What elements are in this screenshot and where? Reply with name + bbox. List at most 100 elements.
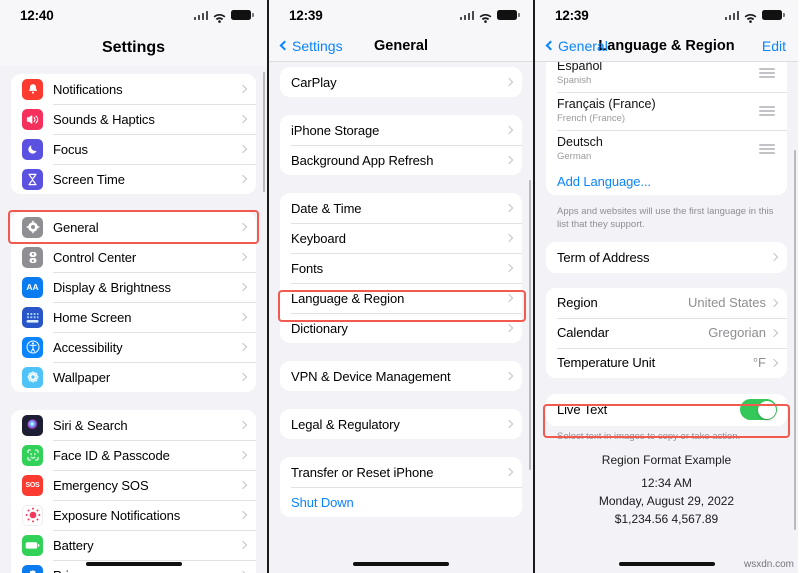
list-item-shut-down[interactable]: Shut Down <box>280 487 522 517</box>
sidebar-item-label: General <box>53 219 99 235</box>
list-item-live-text[interactable]: Live Text <box>546 393 787 426</box>
sidebar-item-battery[interactable]: Battery <box>11 530 256 560</box>
sidebar-item-label: Screen Time <box>53 171 125 187</box>
settings-group-1: Notifications Sounds & Haptics Focus Scr… <box>11 74 256 194</box>
list-item-keyboard[interactable]: Keyboard <box>280 223 522 253</box>
list-item-background-app-refresh[interactable]: Background App Refresh <box>280 145 522 175</box>
accessibility-icon <box>22 336 43 358</box>
sidebar-item-face-id-passcode[interactable]: Face ID & Passcode <box>11 440 256 470</box>
general-group-reset: Transfer or Reset iPhone Shut Down <box>280 457 522 517</box>
siri-orb-icon <box>22 414 43 436</box>
sidebar-item-exposure-notifications[interactable]: Exposure Notifications <box>11 500 256 530</box>
add-language-button[interactable]: Add Language... <box>546 167 787 195</box>
list-item-language-region[interactable]: Language & Region <box>280 283 522 313</box>
signal-bars-icon <box>724 10 739 20</box>
sidebar-item-label: Wallpaper <box>53 369 111 385</box>
live-text-toggle[interactable] <box>740 399 777 421</box>
edit-button[interactable]: Edit <box>762 38 786 54</box>
list-item-iphone-storage[interactable]: iPhone Storage <box>280 115 522 145</box>
scrollbar-indicator[interactable] <box>262 72 265 192</box>
list-item-language[interactable]: Español Spanish <box>546 62 787 92</box>
battery-icon <box>762 10 785 20</box>
list-item-label: VPN & Device Management <box>291 368 451 384</box>
nav-bar-settings: Settings <box>0 30 267 66</box>
sidebar-item-label: Home Screen <box>53 309 132 325</box>
chevron-right-icon <box>238 252 248 262</box>
sidebar-item-siri-search[interactable]: Siri & Search <box>11 410 256 440</box>
list-item-calendar[interactable]: Calendar Gregorian <box>546 317 787 348</box>
chevron-right-icon <box>504 419 514 429</box>
language-subtitle: French (France) <box>557 112 626 124</box>
language-subtitle: German <box>557 150 592 162</box>
sidebar-item-screen-time[interactable]: Screen Time <box>11 164 256 194</box>
settings-scroll-area[interactable]: Notifications Sounds & Haptics Focus Scr… <box>0 66 267 573</box>
phone-screen-language-region: 12:39 General Language & Region Edit Esp… <box>535 0 798 573</box>
chevron-right-icon <box>238 342 248 352</box>
general-group-legal: Legal & Regulatory <box>280 409 522 439</box>
region-example-numbers: $1,234.56 4,567.89 <box>614 512 719 527</box>
list-item-label: Shut Down <box>291 494 354 510</box>
chevron-right-icon <box>504 155 514 165</box>
sidebar-item-label: Siri & Search <box>53 417 128 433</box>
page-title: Settings <box>101 39 166 56</box>
chevron-right-icon <box>504 77 514 87</box>
list-item-region[interactable]: Region United States <box>546 287 787 318</box>
list-item-dictionary[interactable]: Dictionary <box>280 313 522 343</box>
list-item-language[interactable]: Français (France) French (France) <box>546 91 787 130</box>
sidebar-item-label: Notifications <box>53 81 123 97</box>
list-item-label: iPhone Storage <box>291 122 380 138</box>
general-scroll-area[interactable]: CarPlay iPhone Storage Background App Re… <box>269 62 533 573</box>
chevron-right-icon <box>769 252 779 262</box>
language-region-scroll-area[interactable]: Español Spanish Français (France) French… <box>535 62 798 573</box>
chevron-right-icon <box>504 233 514 243</box>
settings-group-2: General Control Center AA Display & Brig… <box>11 212 256 392</box>
sidebar-item-sounds-haptics[interactable]: Sounds & Haptics <box>11 104 256 134</box>
list-item-legal-regulatory[interactable]: Legal & Regulatory <box>280 409 522 439</box>
back-button-general[interactable]: General <box>545 38 608 54</box>
region-example-time: 12:34 AM <box>641 476 692 491</box>
list-item-language[interactable]: Deutsch German <box>546 129 787 168</box>
status-indicators <box>724 10 785 23</box>
list-item-fonts[interactable]: Fonts <box>280 253 522 283</box>
chevron-right-icon <box>504 203 514 213</box>
toggle-knob <box>757 400 776 419</box>
list-item-term-of-address[interactable]: Term of Address <box>546 241 787 273</box>
chevron-right-icon <box>238 174 248 184</box>
home-screen-grid-icon <box>22 306 43 328</box>
sidebar-item-label: Emergency SOS <box>53 477 149 493</box>
sidebar-item-wallpaper[interactable]: Wallpaper <box>11 362 256 392</box>
languages-footnote: Apps and websites will use the first lan… <box>557 205 774 230</box>
reorder-handle-icon[interactable] <box>759 144 775 154</box>
sidebar-item-emergency-sos[interactable]: SOS Emergency SOS <box>11 470 256 500</box>
watermark: wsxdn.com <box>743 559 794 570</box>
list-item-vpn-device-management[interactable]: VPN & Device Management <box>280 361 522 391</box>
list-item-value: Gregorian <box>708 325 766 341</box>
sidebar-item-control-center[interactable]: Control Center <box>11 242 256 272</box>
list-item-label: Keyboard <box>291 230 346 246</box>
status-bar: 12:40 <box>0 0 267 30</box>
sidebar-item-home-screen[interactable]: Home Screen <box>11 302 256 332</box>
scrollbar-indicator[interactable] <box>528 180 531 470</box>
region-format-example: Region Format Example 12:34 AM Monday, A… <box>535 443 798 528</box>
list-item-label: Transfer or Reset iPhone <box>291 464 434 480</box>
chevron-right-icon <box>769 298 779 307</box>
list-item-transfer-reset-iphone[interactable]: Transfer or Reset iPhone <box>280 457 522 487</box>
chevron-right-icon <box>238 114 248 124</box>
sidebar-item-notifications[interactable]: Notifications <box>11 74 256 104</box>
list-item-label: CarPlay <box>291 74 337 90</box>
scrollbar-indicator[interactable] <box>793 150 796 530</box>
sidebar-item-accessibility[interactable]: Accessibility <box>11 332 256 362</box>
list-item-carplay[interactable]: CarPlay <box>280 67 522 97</box>
reorder-handle-icon[interactable] <box>759 106 775 116</box>
back-button-settings[interactable]: Settings <box>279 38 343 54</box>
emergency-sos-icon: SOS <box>22 474 43 496</box>
home-indicator <box>618 562 715 566</box>
sidebar-item-general[interactable]: General <box>11 212 256 242</box>
status-bar: 12:39 <box>269 0 533 30</box>
list-item-date-time[interactable]: Date & Time <box>280 193 522 223</box>
sidebar-item-display-brightness[interactable]: AA Display & Brightness <box>11 272 256 302</box>
list-item-temperature-unit[interactable]: Temperature Unit °F <box>546 347 787 378</box>
reorder-handle-icon[interactable] <box>759 68 775 78</box>
list-item-label: Background App Refresh <box>291 152 434 168</box>
sidebar-item-focus[interactable]: Focus <box>11 134 256 164</box>
